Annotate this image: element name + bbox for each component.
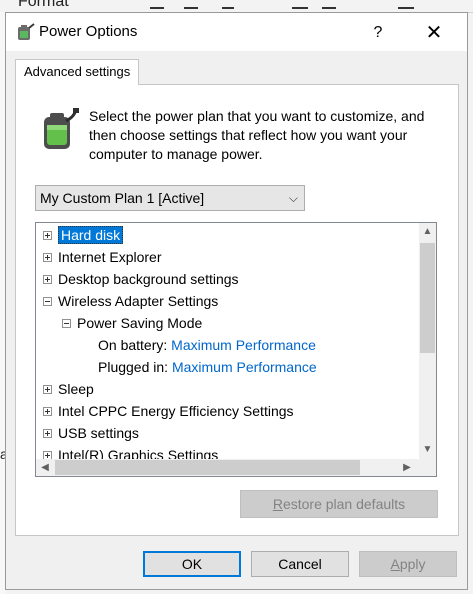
apply-label: pply [399,556,426,572]
expand-icon[interactable] [43,274,52,284]
insert-icon [322,0,336,9]
apply-accelerator: A [390,556,400,572]
horizontal-scrollbar[interactable]: ◀ ▶ [36,459,436,476]
on-battery-label: On battery: [98,337,168,353]
tree-item-wireless-adapter[interactable]: Wireless Adapter Settings [43,291,218,311]
horizontal-scroll-thumb[interactable] [55,460,360,475]
plan-description: Select the power plan that you want to c… [89,108,425,162]
tree-item-power-saving-mode[interactable]: Power Saving Mode [62,313,202,333]
battery-plug-icon [44,108,79,149]
on-battery-value-link[interactable]: Maximum Performance [171,337,316,353]
power-plan-dropdown[interactable]: My Custom Plan 1 [Active] ⌵ [35,185,305,211]
vertical-scrollbar[interactable]: ▲ ▼ [419,223,436,459]
close-button[interactable]: ✕ [421,21,447,45]
scroll-up-icon[interactable]: ▲ [419,223,436,241]
tree-item-label: Power Saving Mode [77,315,203,331]
cancel-button[interactable]: Cancel [251,551,349,577]
tree-item-label: Desktop background settings [58,271,239,287]
plugged-in-value-link[interactable]: Maximum Performance [172,359,317,375]
numbered-list-icon [184,0,198,9]
tab-advanced-settings[interactable]: Advanced settings [15,59,140,85]
tree-item-label: Hard disk [58,226,124,244]
collapse-icon[interactable] [62,318,71,328]
scroll-down-icon[interactable]: ▼ [419,441,436,459]
dialog-title: Power Options [39,23,138,40]
tree-item-internet-explorer[interactable]: Internet Explorer [43,247,162,267]
tree-item-plugged-in[interactable]: Plugged in: Maximum Performance [98,357,317,377]
tree-item-label: Wireless Adapter Settings [58,293,219,309]
expand-icon[interactable] [43,406,52,416]
tree-item-hard-disk[interactable]: Hard disk [43,225,124,245]
tree-item-on-battery[interactable]: On battery: Maximum Performance [98,335,316,355]
chevron-down-icon: ⌵ [288,191,298,205]
scroll-left-icon[interactable]: ◀ [36,459,54,476]
tree-item-intel-cppc[interactable]: Intel CPPC Energy Efficiency Settings [43,401,294,421]
restore-plan-defaults-button[interactable]: Restore plan defaults [240,490,438,518]
tree-item-usb-settings[interactable]: USB settings [43,423,139,443]
power-options-dialog: Power Options ? ✕ Advanced settings Sele… [5,12,468,590]
title-bar[interactable]: Power Options ? ✕ [6,13,467,51]
plan-select-value: My Custom Plan 1 [Active] [40,190,205,206]
collapse-icon[interactable] [43,296,52,306]
settings-tree[interactable]: Hard disk Internet Explorer Desktop back… [35,222,437,477]
tree-item-label: Internet Explorer [58,249,162,265]
tree-item-label: USB settings [58,425,139,441]
restore-accelerator: R [272,496,283,512]
expand-icon[interactable] [43,252,52,262]
scrollbar-corner [419,459,436,476]
tree-item-label: Sleep [58,381,94,397]
list-icon [150,0,164,9]
tree-item-sleep[interactable]: Sleep [43,379,94,399]
expand-icon[interactable] [43,230,52,240]
background-format-label: Format [18,0,69,10]
align-icon [222,0,234,9]
ok-button[interactable]: OK [143,551,241,577]
vertical-scroll-thumb[interactable] [420,243,435,353]
expand-icon[interactable] [43,428,52,438]
power-options-icon [18,23,35,40]
expand-icon[interactable] [43,384,52,394]
tree-item-label: Intel CPPC Energy Efficiency Settings [58,403,294,419]
plugged-in-label: Plugged in: [98,359,169,375]
table-icon [398,0,414,9]
image-icon [292,0,308,9]
help-button[interactable]: ? [366,21,390,45]
restore-label: estore plan defaults [282,496,406,512]
tree-item-desktop-background[interactable]: Desktop background settings [43,269,239,289]
scroll-right-icon[interactable]: ▶ [398,459,416,476]
advanced-settings-panel: Select the power plan that you want to c… [15,84,459,536]
apply-button[interactable]: Apply [359,551,457,577]
